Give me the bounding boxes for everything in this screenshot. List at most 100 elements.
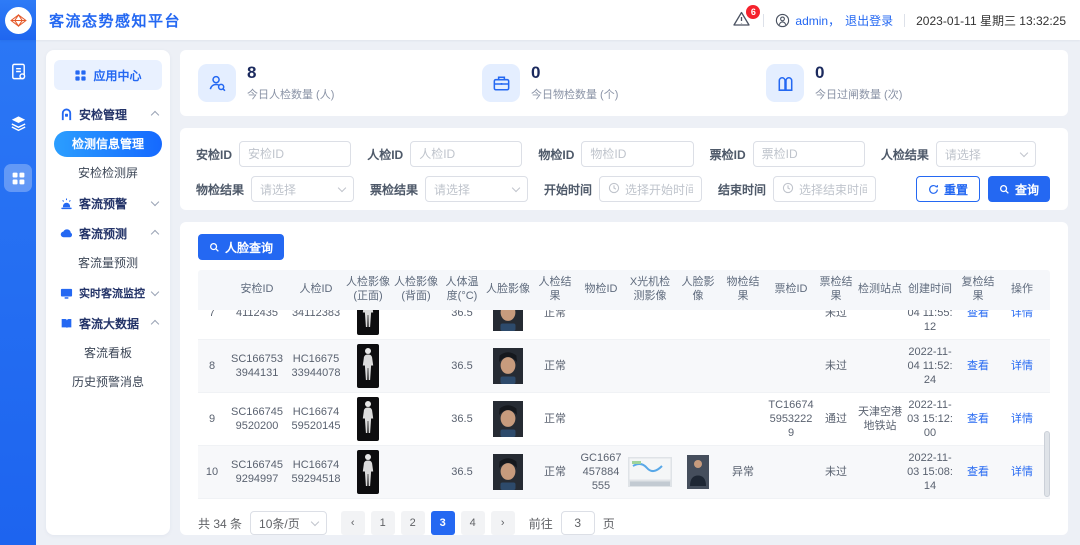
table-cell: 36.5 <box>440 310 484 339</box>
table-cell <box>676 446 720 498</box>
stat-label: 今日人检数量 (人) <box>247 86 334 102</box>
page-button[interactable]: 4 <box>461 511 485 535</box>
filter-label: 物检ID <box>538 146 574 163</box>
sidebar-item-flow-volume-prediction[interactable]: 客流量预测 <box>54 250 162 276</box>
face-query-label: 人脸查询 <box>225 239 273 256</box>
table-cell <box>856 310 904 339</box>
sidebar-item-flow-dashboard[interactable]: 客流看板 <box>54 340 162 366</box>
sidebar-group-security-management[interactable]: 安检管理 <box>54 100 162 128</box>
details-link[interactable]: 详情 <box>1011 412 1033 426</box>
body-scan-image[interactable] <box>357 450 379 494</box>
next-page-button[interactable]: › <box>491 511 515 535</box>
placeholder-text: 请选择 <box>434 181 508 198</box>
table-cell <box>392 446 440 498</box>
view-link[interactable]: 查看 <box>967 412 989 426</box>
end-time-picker[interactable]: 选择结束时间 <box>773 176 876 202</box>
sidebar-group-flow-warning[interactable]: 客流预警 <box>54 189 162 217</box>
start-time-picker[interactable]: 选择开始时间 <box>599 176 702 202</box>
sidebar-group-flow-bigdata[interactable]: 客流大数据 <box>54 309 162 337</box>
view-link[interactable]: 查看 <box>967 310 989 320</box>
person-result-select[interactable]: 请选择 <box>936 141 1036 167</box>
sidebar-group-flow-prediction[interactable]: 客流预测 <box>54 219 162 247</box>
person-id-input[interactable] <box>410 141 522 167</box>
face-image[interactable] <box>493 348 523 384</box>
rail-layers-icon[interactable] <box>7 112 29 134</box>
vertical-scrollbar[interactable] <box>1044 431 1050 497</box>
user-icon <box>775 13 790 28</box>
object-result-select[interactable]: 请选择 <box>251 176 354 202</box>
face-image[interactable] <box>493 401 523 437</box>
sidebar-item-app-center[interactable]: 应用中心 <box>54 60 162 90</box>
column-header: 检测站点 <box>856 279 904 301</box>
details-link[interactable]: 详情 <box>1011 310 1033 320</box>
column-header: 复检结果 <box>956 272 1000 308</box>
security-id-input[interactable] <box>239 141 351 167</box>
sidebar-group-realtime-monitoring[interactable]: 实时客流监控 <box>54 279 162 307</box>
divider <box>904 14 905 27</box>
object-id-input[interactable] <box>581 141 693 167</box>
pagination: 共 34 条 10条/页 ‹1234› 前往 页 <box>198 511 1050 535</box>
face-image[interactable] <box>493 454 523 490</box>
table-cell: SC1667533944131 <box>226 340 288 392</box>
column-header: 创建时间 <box>904 279 956 301</box>
total-count: 共 34 条 <box>198 515 242 532</box>
sidebar-item-history-warnings[interactable]: 历史预警消息 <box>54 369 162 395</box>
sidebar-item-security-screen[interactable]: 安检检测屏 <box>54 160 162 186</box>
filter-field: 物检结果请选择 <box>196 176 370 202</box>
table-cell: 详情 <box>1000 393 1044 445</box>
person-photo-image[interactable] <box>687 455 709 489</box>
prev-page-button[interactable]: ‹ <box>341 511 365 535</box>
ticket-result-select[interactable]: 请选择 <box>425 176 528 202</box>
stat-label: 今日过闸数量 (次) <box>815 86 902 102</box>
notifications-button[interactable]: 6 <box>732 10 752 30</box>
table-cell: HC1667459520145 <box>288 393 344 445</box>
table-cell <box>484 393 532 445</box>
page-button[interactable]: 3 <box>431 511 455 535</box>
app-root: 客流态势感知平台 6 admin， 退出登录 2023-01-11 星期三 13… <box>0 0 1080 545</box>
notification-badge: 6 <box>746 5 760 19</box>
rail-document-icon[interactable] <box>7 60 29 82</box>
group-label: 实时客流监控 <box>79 285 145 301</box>
table-cell: 正常 <box>532 340 578 392</box>
face-query-button[interactable]: 人脸查询 <box>198 234 284 260</box>
body-scan-image[interactable] <box>357 344 379 388</box>
rail-apps-icon[interactable] <box>4 164 32 192</box>
table-cell: 查看 <box>956 340 1000 392</box>
filter-field: 人检ID <box>367 141 538 167</box>
table-cell: 10 <box>198 446 226 498</box>
goto-page-input[interactable] <box>561 511 595 535</box>
query-button[interactable]: 查询 <box>988 176 1050 202</box>
column-header: 物检结果 <box>720 272 766 308</box>
logout-link[interactable]: 退出登录 <box>845 12 893 29</box>
reset-label: 重置 <box>944 181 968 198</box>
app-logo <box>0 0 36 40</box>
filter-row-1: 安检ID人检ID物检ID票检ID人检结果请选择 <box>196 141 1052 167</box>
face-image[interactable] <box>493 310 523 331</box>
view-link[interactable]: 查看 <box>967 359 989 373</box>
view-link[interactable]: 查看 <box>967 465 989 479</box>
xray-scan-image[interactable] <box>628 457 672 487</box>
sidebar-item-detection-info[interactable]: 检测信息管理 <box>54 131 162 157</box>
details-link[interactable]: 详情 <box>1011 465 1033 479</box>
monitor-icon <box>60 287 73 300</box>
table-cell: 正常 <box>532 393 578 445</box>
filter-label: 开始时间 <box>544 181 592 198</box>
sidebar: 应用中心 安检管理 检测信息管理 安检检测屏 客流预警 <box>46 50 170 535</box>
ticket-id-input[interactable] <box>753 141 865 167</box>
column-header: 人脸影像 <box>676 272 720 308</box>
page-button[interactable]: 1 <box>371 511 395 535</box>
body-scan-image[interactable] <box>357 310 379 335</box>
table-row: 8SC1667533944131HC166753394407836.5正常未过2… <box>198 340 1050 393</box>
page-button[interactable]: 2 <box>401 511 425 535</box>
chevron-down-icon <box>338 184 346 192</box>
page-size-select[interactable]: 10条/页 <box>250 511 327 535</box>
reset-button[interactable]: 重置 <box>916 176 980 202</box>
body-scan-image[interactable] <box>357 397 379 441</box>
group-label: 客流大数据 <box>79 315 139 332</box>
table-cell <box>392 310 440 339</box>
page-unit-label: 页 <box>603 515 615 532</box>
table-cell: HC1667459294518 <box>288 446 344 498</box>
details-link[interactable]: 详情 <box>1011 359 1033 373</box>
column-header: 物检ID <box>578 279 624 301</box>
group-label: 安检管理 <box>79 106 127 123</box>
